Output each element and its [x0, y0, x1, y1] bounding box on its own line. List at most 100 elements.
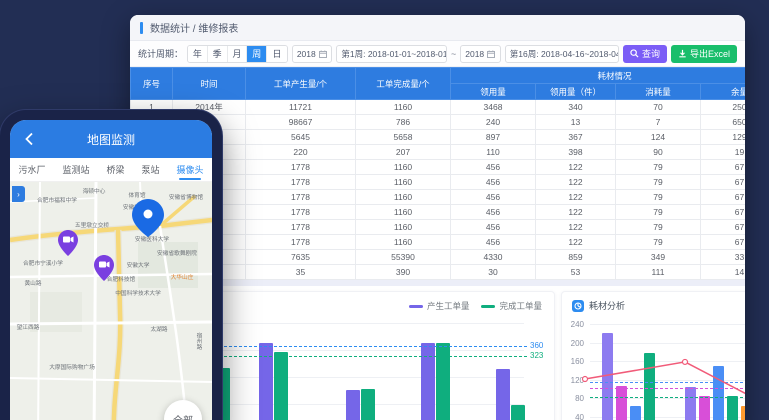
period-option-月[interactable]: 月: [228, 46, 248, 62]
start-week-input[interactable]: 第1周: 2018-01-01~2018-01-07: [336, 45, 447, 63]
table-row: 98667786240137650: [131, 115, 746, 130]
end-week-input[interactable]: 第16周: 2018-04-16~2018-04-22: [505, 45, 619, 63]
charts-row: 产生工单量完成工单量 360323 耗材分析 2402001601208040: [138, 291, 745, 420]
bar-产生工单量[interactable]: [346, 390, 360, 420]
legend-item[interactable]: 完成工单量: [481, 300, 542, 312]
bar-产生工单量[interactable]: [496, 369, 510, 420]
y-axis-tick: 200: [564, 339, 584, 348]
cell: 90: [616, 145, 701, 160]
range-separator: ~: [451, 49, 456, 59]
sub-column-header: 领用量（件）: [536, 84, 616, 100]
bar-完成工单量[interactable]: [511, 405, 525, 420]
cell: 240: [451, 115, 536, 130]
cell: 220: [246, 145, 356, 160]
cell: 4330: [451, 250, 536, 265]
map-label: 合肥市宁溪小学: [23, 258, 63, 267]
cell: 67: [701, 190, 746, 205]
cell: 1778: [246, 190, 356, 205]
breadcrumb-accent: [140, 22, 143, 34]
map-label: 大华山庄: [171, 272, 194, 281]
phone-tab-监测站[interactable]: 监测站: [62, 159, 89, 180]
cell: 1160: [356, 190, 451, 205]
phone-tab-污水厂[interactable]: 污水厂: [18, 159, 45, 180]
column-header: 工单完成量/个: [356, 68, 451, 100]
start-year-select[interactable]: 2018: [292, 45, 333, 63]
selected-location-pin[interactable]: [131, 198, 165, 238]
cell: 30: [451, 265, 536, 280]
table-row: 177811604561227967: [131, 175, 746, 190]
chart-header: 耗材分析: [572, 299, 625, 312]
cell: 33: [701, 250, 746, 265]
cell: 129: [701, 130, 746, 145]
bar-产生工单量[interactable]: [259, 343, 273, 420]
table-row: 177811604561227967: [131, 190, 746, 205]
cell: 124: [616, 130, 701, 145]
period-option-季[interactable]: 季: [208, 46, 228, 62]
gridline: [590, 343, 745, 344]
phone-tab-摄像头[interactable]: 摄像头: [176, 159, 203, 180]
filter-toolbar: 统计周期： 年季月周日 2018 第1周: 2018-01-01~2018-01…: [130, 41, 745, 67]
bar-bar-3[interactable]: [630, 406, 641, 420]
back-button[interactable]: [20, 130, 38, 148]
cell: 79: [616, 190, 701, 205]
end-year-select[interactable]: 2018: [460, 45, 501, 63]
cell: 19: [701, 145, 746, 160]
table-row: 177811604561227967: [131, 160, 746, 175]
phone-tab-泵站[interactable]: 泵站: [141, 159, 159, 180]
cell: 1778: [246, 175, 356, 190]
bar-bar-3[interactable]: [713, 366, 724, 420]
cell: 786: [356, 115, 451, 130]
cell: 7635: [246, 250, 356, 265]
map-roads: [10, 182, 212, 420]
cell: 5658: [356, 130, 451, 145]
bar-bar-1[interactable]: [685, 387, 696, 420]
map-expand-button[interactable]: ›: [12, 186, 25, 202]
cell: 111: [616, 265, 701, 280]
bar-产生工单量[interactable]: [421, 343, 435, 420]
cell: 367: [536, 130, 616, 145]
search-button[interactable]: 查询: [623, 45, 667, 63]
reference-label: 323: [530, 351, 543, 360]
legend-item[interactable]: 产生工单量: [409, 300, 470, 312]
table-row: 12014年117211160346834070250: [131, 100, 746, 115]
group-header: 耗材情况: [451, 68, 746, 84]
gridline: [590, 324, 745, 325]
cell: 1778: [246, 235, 356, 250]
report-table: 序号时间工单产生量/个工单完成量/个耗材情况领用量领用量（件）消耗量余量1201…: [130, 67, 745, 280]
bar-bar-1[interactable]: [602, 333, 613, 420]
map-label: 望江西路: [17, 322, 40, 331]
y-axis-tick: 80: [564, 394, 584, 403]
bar-bar-2[interactable]: [616, 386, 627, 420]
reference-line: [590, 397, 745, 398]
cell: 340: [536, 100, 616, 115]
bar-bar-2[interactable]: [699, 396, 710, 420]
bar-bar-4[interactable]: [727, 396, 738, 420]
map-view[interactable]: › 全部 海顿中心合肥市福和中学体育馆安徽农业大学安徽省博物馆五里墩立交桥安徽医…: [10, 182, 212, 420]
camera-pin[interactable]: [94, 255, 114, 281]
bar-bar-4[interactable]: [644, 353, 655, 420]
report-table-wrap: 序号时间工单产生量/个工单完成量/个耗材情况领用量领用量（件）消耗量余量1201…: [130, 67, 745, 280]
cell: 5645: [246, 130, 356, 145]
period-option-周[interactable]: 周: [247, 46, 267, 62]
bar-完成工单量[interactable]: [274, 352, 288, 420]
y-axis-tick: 160: [564, 357, 584, 366]
chart-legend: 产生工单量完成工单量: [409, 300, 542, 312]
bar-完成工单量[interactable]: [436, 343, 450, 420]
period-option-年[interactable]: 年: [188, 46, 208, 62]
cell: 122: [536, 235, 616, 250]
y-axis-tick: 120: [564, 376, 584, 385]
cell: 1160: [356, 160, 451, 175]
camera-pin[interactable]: [58, 230, 78, 256]
map-label: 五里墩立交桥: [75, 220, 109, 229]
cell: 79: [616, 220, 701, 235]
calendar-icon: [487, 50, 495, 58]
map-label: 安徽省博物馆: [169, 192, 203, 201]
export-excel-button[interactable]: 导出Excel: [671, 45, 737, 63]
phone-tab-桥梁[interactable]: 桥梁: [106, 159, 124, 180]
cell: 70: [616, 100, 701, 115]
bar-bar-5[interactable]: [741, 406, 745, 420]
period-segmented-control: 年季月周日: [187, 45, 288, 63]
period-option-日[interactable]: 日: [267, 46, 287, 62]
cell: 456: [451, 205, 536, 220]
bar-完成工单量[interactable]: [361, 389, 375, 420]
